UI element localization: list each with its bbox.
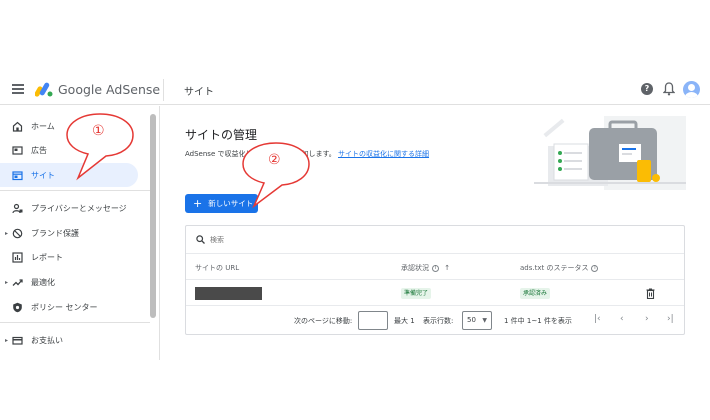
sites-icon [12, 170, 23, 180]
range-label: 1 件中 1~1 件を表示 [504, 317, 572, 325]
table-row[interactable]: 準備完了 承認済み [186, 280, 684, 306]
sidebar-divider [0, 190, 150, 191]
expand-caret-icon[interactable]: ▸ [5, 230, 8, 237]
topbar-divider [163, 79, 164, 101]
column-header-url[interactable]: サイトの URL [195, 263, 239, 273]
avatar[interactable] [683, 81, 700, 98]
sidebar-item-label: ブランド保護 [31, 228, 79, 238]
sidebar-item-label: 最適化 [31, 277, 55, 287]
sidebar-item-label: ホーム [31, 121, 55, 131]
shield-icon [13, 302, 22, 312]
sidebar-item-optimization[interactable]: ▸ 最適化 [0, 270, 140, 294]
ads-icon [12, 145, 23, 155]
help-icon[interactable]: ? [641, 83, 653, 95]
trending-icon [12, 278, 23, 286]
block-icon [12, 228, 23, 238]
info-icon[interactable]: i [591, 264, 599, 272]
learn-more-link[interactable]: サイトの収益化に関する詳細 [338, 150, 429, 158]
ads-txt-badge: 承認済み [520, 288, 551, 299]
trash-icon[interactable] [646, 288, 655, 299]
search-input[interactable] [210, 232, 410, 248]
column-header-ads-txt-label: ads.txt のステータス [520, 264, 589, 272]
annotation-number-2: ② [268, 152, 281, 168]
home-icon [12, 121, 23, 132]
table-header: サイトの URL 承認状況 i ↑ ads.txt のステータス i [186, 254, 684, 280]
annotation-number-1: ① [92, 123, 105, 139]
dropdown-arrow-icon: ▼ [482, 317, 487, 324]
expand-caret-icon[interactable]: ▸ [5, 279, 8, 286]
sidebar-item-label: ポリシー センター [31, 302, 98, 312]
last-page-icon[interactable]: ›| [667, 314, 674, 324]
goto-page-label: 次のページに移動: [294, 317, 353, 325]
sort-arrow-icon[interactable]: ↑ [444, 264, 450, 272]
sites-table: サイトの URL 承認状況i ↑ ads.txt のステータスi 準備完了 承認… [185, 225, 685, 335]
search-bar [186, 226, 684, 254]
sidebar-item-label: 広告 [31, 145, 47, 155]
rows-per-page-value: 50 [467, 316, 476, 324]
redacted-site-url[interactable] [195, 287, 262, 300]
sidebar-item-label: プライバシーとメッセージ [31, 203, 127, 213]
reports-icon [12, 251, 23, 263]
page-section-title: サイト [184, 87, 214, 98]
top-bar: Google AdSense サイト ? [0, 75, 710, 105]
sidebar-item-label: お支払い [31, 335, 63, 345]
sidebar-item-payments[interactable]: ▸ お支払い [0, 328, 140, 352]
rows-per-page-label: 表示行数: [423, 317, 454, 325]
search-icon [196, 235, 205, 244]
column-header-ads-txt[interactable]: ads.txt のステータス i [520, 263, 599, 273]
sites-illustration [534, 116, 686, 190]
sidebar-item-brand-protection[interactable]: ▸ ブランド保護 [0, 221, 140, 245]
sidebar-divider [0, 322, 150, 323]
privacy-icon [12, 203, 23, 213]
brand-name: Google AdSense [58, 82, 161, 97]
goto-page-input[interactable] [358, 311, 388, 330]
sidebar-item-label: サイト [31, 170, 55, 180]
annotation-callout-1 [66, 113, 134, 181]
payments-icon [12, 336, 23, 345]
menu-icon[interactable] [12, 84, 24, 94]
status-badge: 準備完了 [401, 288, 432, 299]
sidebar-item-label: レポート [31, 252, 63, 262]
bell-icon[interactable] [663, 82, 675, 96]
annotation-callout-2 [242, 142, 310, 209]
column-header-status[interactable]: 承認状況 i ↑ [401, 263, 450, 273]
info-icon[interactable]: i [432, 264, 439, 272]
sidebar-item-reports[interactable]: レポート [0, 245, 140, 269]
sidebar-item-policy-center[interactable]: ポリシー センター [0, 295, 140, 319]
expand-caret-icon[interactable]: ▸ [5, 337, 8, 344]
column-header-status-label: 承認状況 [401, 264, 429, 272]
max-page-label: 最大 1 [394, 317, 415, 325]
sidebar-item-privacy[interactable]: プライバシーとメッセージ [0, 196, 140, 220]
adsense-logo-icon [35, 82, 53, 97]
sidebar-scrollbar[interactable] [150, 114, 156, 318]
prev-page-icon[interactable]: ‹ [620, 314, 624, 324]
pagination: 次のページに移動: 最大 1 表示行数: 50 ▼ 1 件中 1~1 件を表示 … [186, 306, 684, 334]
plus-icon: + [193, 197, 203, 210]
rows-per-page-select[interactable]: 50 ▼ [462, 311, 492, 330]
first-page-icon[interactable]: |‹ [594, 314, 601, 324]
next-page-icon[interactable]: › [645, 314, 649, 324]
